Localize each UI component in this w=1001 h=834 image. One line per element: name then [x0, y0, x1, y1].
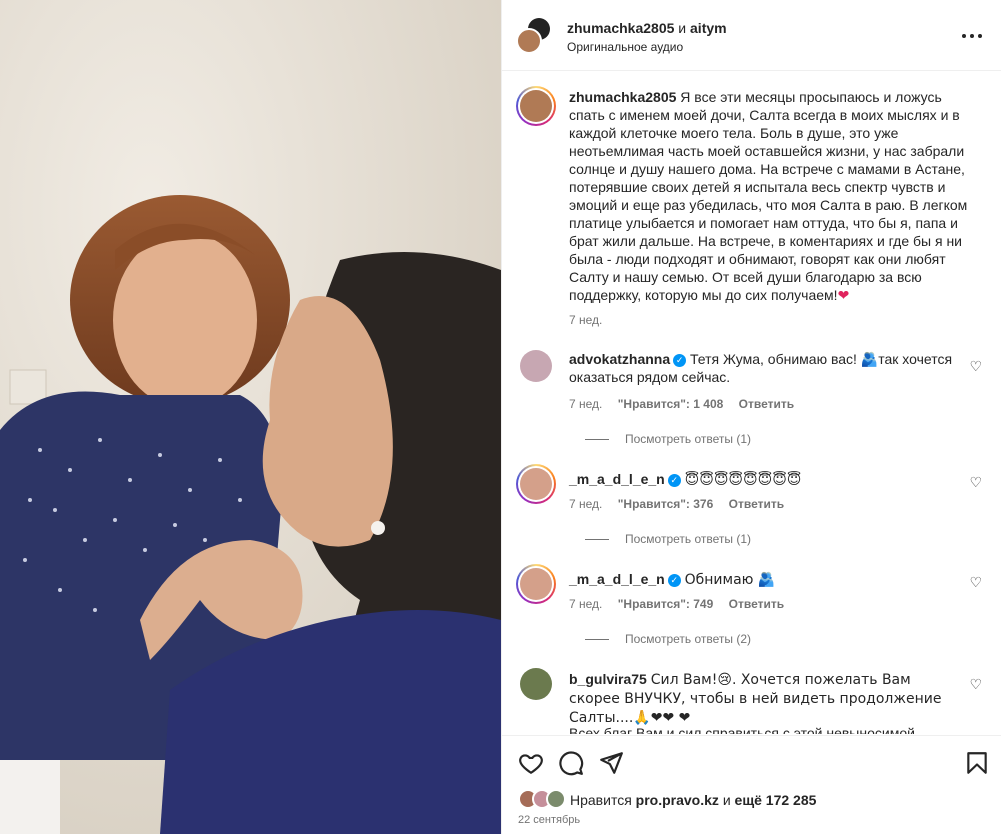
caption-text: Я все эти месяцы просыпаюсь и ложусь спа…: [569, 89, 968, 303]
comment-text-block: _m_a_d_l_e_n ✓ 😇😇😇😇😇😇😇😇: [569, 470, 969, 489]
comment-like-heart-icon[interactable]: ♡: [969, 474, 982, 491]
view-replies-button[interactable]: Посмотреть ответы (2): [585, 632, 751, 646]
verified-icon: ✓: [667, 574, 681, 587]
post-panel: zhumachka2805 и aitym Оригинальное аудио…: [501, 0, 1001, 834]
post-video[interactable]: [0, 0, 501, 834]
liked-by-prefix: Нравится: [570, 792, 632, 808]
comment-username[interactable]: b_gulvira75: [569, 671, 647, 687]
comment-text-block: _m_a_d_l_e_n ✓ Обнимаю 🫂: [569, 570, 969, 589]
liked-by-user[interactable]: pro.pravo.kz: [636, 792, 719, 808]
reply-button[interactable]: Ответить: [729, 597, 784, 611]
reply-button[interactable]: Ответить: [739, 397, 794, 411]
comment-avatar[interactable]: [520, 668, 552, 700]
comment-username[interactable]: advokatzhanna: [569, 351, 670, 367]
comment-time[interactable]: 7 нед.: [569, 497, 602, 511]
post-header: zhumachka2805 и aitym Оригинальное аудио: [502, 0, 1001, 71]
verified-icon: ✓: [673, 354, 687, 367]
caption-time[interactable]: 7 нед.: [569, 313, 602, 327]
comment-meta: 7 нед. "Нравится": 1 408 Ответить: [569, 397, 806, 411]
comment-like-heart-icon[interactable]: ♡: [969, 676, 982, 693]
view-replies-label: Посмотреть ответы (2): [625, 632, 752, 646]
header-username[interactable]: zhumachka2805: [567, 20, 674, 36]
comment-like-heart-icon[interactable]: ♡: [969, 574, 982, 591]
view-replies-label: Посмотреть ответы (1): [625, 432, 752, 446]
collab-avatars[interactable]: [516, 18, 552, 54]
comment-likes[interactable]: "Нравится": 1 408: [618, 397, 724, 411]
audio-label[interactable]: Оригинальное аудио: [567, 40, 683, 54]
comment-text: 😇😇😇😇😇😇😇😇: [684, 472, 802, 488]
comment-avatar[interactable]: [520, 350, 552, 382]
comments-scroll[interactable]: zhumachka2805 Я все эти месяцы просыпаюс…: [502, 72, 1001, 734]
comment-likes[interactable]: "Нравится": 749: [618, 597, 714, 611]
comment-time[interactable]: 7 нед.: [569, 597, 602, 611]
liked-by-avatars[interactable]: [518, 789, 570, 811]
verified-icon: ✓: [667, 474, 681, 487]
share-icon[interactable]: [598, 750, 624, 776]
comment-text-continued: Всех благ Вам и сил справиться с этой не…: [569, 725, 915, 734]
header-usernames: zhumachka2805 и aitym: [567, 20, 727, 36]
comment-text: Обнимаю 🫂: [684, 572, 776, 588]
post-actions: Нравится pro.pravo.kz и ещё 172 285 22 с…: [502, 735, 1001, 834]
replies-line: [585, 639, 609, 641]
caption-username[interactable]: zhumachka2805: [569, 89, 676, 105]
comment-like-heart-icon[interactable]: ♡: [969, 358, 982, 375]
caption-text-block: zhumachka2805 Я все эти месяцы просыпаюс…: [569, 88, 979, 305]
avatar-zhumachka[interactable]: [516, 28, 542, 54]
header-collab-username[interactable]: aitym: [690, 20, 727, 36]
comment-username[interactable]: _m_a_d_l_e_n: [569, 471, 665, 487]
replies-line: [585, 539, 609, 541]
comment-text-block: b_gulvira75 Сил Вам!😢. Хочется пожелать …: [569, 670, 959, 727]
comment-text-block: advokatzhanna ✓ Тетя Жума, обнимаю вас! 🫂…: [569, 350, 969, 386]
caption-avatar[interactable]: [516, 86, 556, 126]
bookmark-icon[interactable]: [964, 750, 990, 776]
heart-icon[interactable]: [518, 750, 544, 776]
view-replies-label: Посмотреть ответы (1): [625, 532, 752, 546]
video-frame: [0, 0, 501, 834]
comment-meta: 7 нед. "Нравится": 376 Ответить: [569, 497, 796, 511]
liked-by-line: Нравится pro.pravo.kz и ещё 172 285: [570, 792, 816, 808]
comment-likes[interactable]: "Нравится": 376: [618, 497, 714, 511]
comment-meta: 7 нед. "Нравится": 749 Ответить: [569, 597, 796, 611]
liked-by-and: и: [722, 792, 731, 808]
view-replies-button[interactable]: Посмотреть ответы (1): [585, 432, 751, 446]
post-date[interactable]: 22 сентябрь: [518, 814, 580, 826]
comment-username[interactable]: _m_a_d_l_e_n: [569, 571, 665, 587]
liked-by-count[interactable]: ещё 172 285: [735, 792, 817, 808]
more-icon[interactable]: [960, 26, 984, 46]
header-and: и: [678, 20, 687, 36]
replies-line: [585, 439, 609, 441]
comment-time[interactable]: 7 нед.: [569, 397, 602, 411]
comment-avatar[interactable]: [516, 564, 556, 604]
caption-heart-emoji: ❤: [837, 288, 850, 304]
comment-avatar[interactable]: [516, 464, 556, 504]
view-replies-button[interactable]: Посмотреть ответы (1): [585, 532, 751, 546]
reply-button[interactable]: Ответить: [729, 497, 784, 511]
comment-icon[interactable]: [558, 750, 584, 776]
